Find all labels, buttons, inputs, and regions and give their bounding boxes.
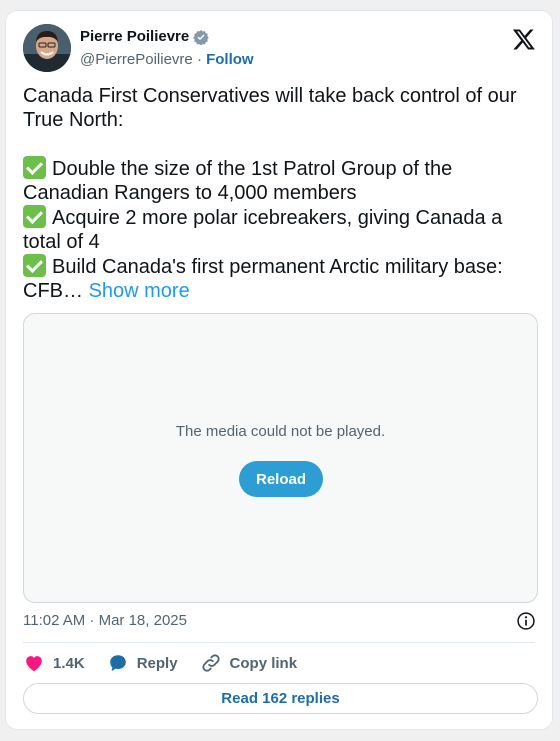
- author-name[interactable]: Pierre Poilievre: [80, 28, 189, 45]
- tweet-bullet-text: Double the size of the 1st Patrol Group …: [23, 158, 453, 204]
- tweet-bullet-2: Acquire 2 more polar icebreakers, giving…: [23, 205, 528, 254]
- author-handle[interactable]: @PierrePoilievre: [80, 51, 193, 68]
- timestamp[interactable]: 11:02 AM · Mar 18, 2025: [23, 612, 187, 629]
- author-handle-row: @PierrePoilievre · Follow: [80, 51, 254, 68]
- copy-link-label: Copy link: [229, 654, 298, 672]
- x-logo-icon[interactable]: [512, 27, 536, 51]
- follow-button[interactable]: Follow: [206, 51, 254, 68]
- media-error-message: The media could not be played.: [175, 423, 386, 440]
- show-more-link[interactable]: Show more: [89, 280, 190, 302]
- check-mark-icon: [23, 205, 46, 228]
- author-name-row: Pierre Poilievre: [80, 28, 209, 45]
- media-container: The media could not be played. Reload: [23, 313, 538, 603]
- handle-separator: ·: [196, 51, 202, 68]
- tweet-bullet-text: Acquire 2 more polar icebreakers, giving…: [23, 207, 503, 253]
- tweet-bullet-3: Build Canada's first permanent Arctic mi…: [23, 254, 528, 303]
- heart-icon: [26, 656, 42, 672]
- avatar-image: [23, 24, 71, 72]
- link-icon: [201, 654, 220, 672]
- check-mark-icon: [23, 156, 46, 179]
- copy-link-button[interactable]: Copy link: [200, 652, 298, 674]
- avatar[interactable]: [23, 24, 71, 72]
- read-replies-button[interactable]: Read 162 replies: [23, 683, 538, 714]
- reply-label: Reply: [136, 654, 178, 672]
- verified-badge-icon: [193, 29, 209, 45]
- reply-bubble-icon: [109, 655, 126, 672]
- like-count: 1.4K: [53, 654, 85, 672]
- actions-bar: 1.4K Reply Copy link: [23, 651, 297, 675]
- check-mark-icon: [23, 254, 46, 277]
- reply-button[interactable]: Reply: [107, 652, 178, 674]
- tweet-text: Canada First Conservatives will take bac…: [23, 84, 528, 303]
- divider: [23, 642, 535, 643]
- info-icon[interactable]: [516, 611, 536, 631]
- tweet-intro: Canada First Conservatives will take bac…: [23, 85, 517, 131]
- tweet-bullet-1: Double the size of the 1st Patrol Group …: [23, 156, 528, 205]
- tweet-card: Pierre Poilievre @PierrePoilievre · Foll…: [5, 10, 553, 730]
- reload-button[interactable]: Reload: [239, 461, 323, 497]
- like-button[interactable]: 1.4K: [23, 652, 85, 674]
